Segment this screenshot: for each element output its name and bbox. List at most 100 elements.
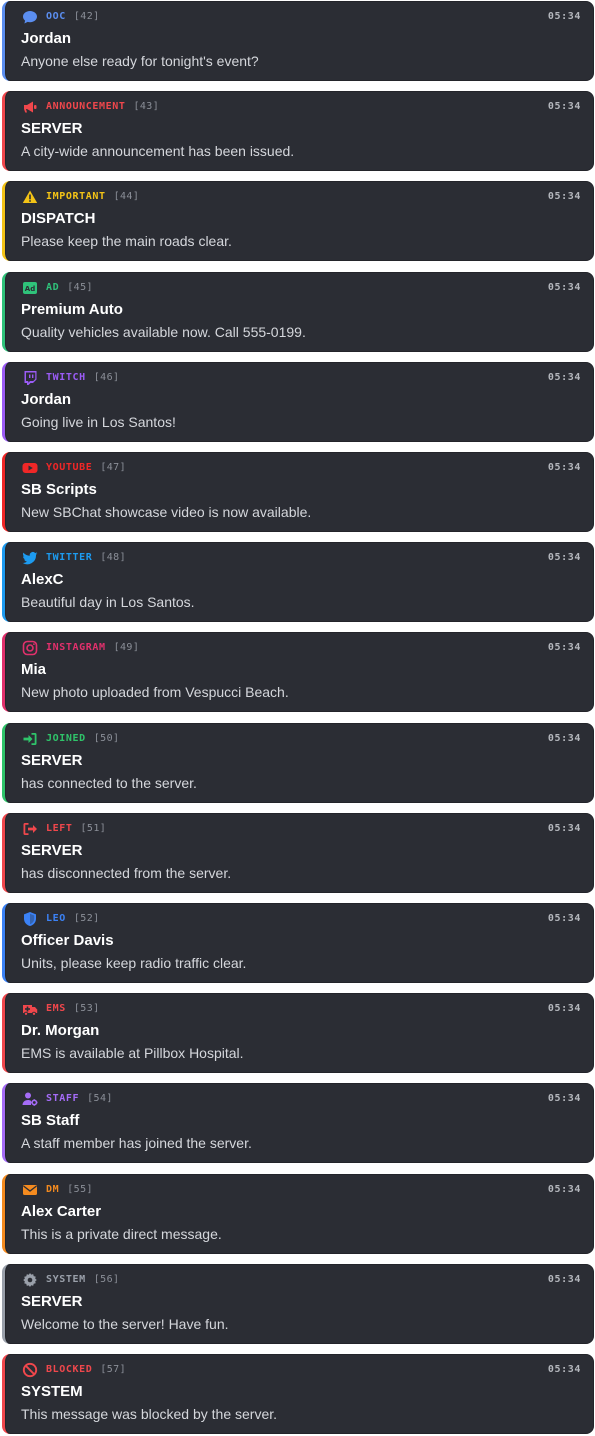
message-author: Jordan bbox=[21, 30, 72, 47]
message-id: [51] bbox=[80, 823, 107, 834]
message-text: Going live in Los Santos! bbox=[21, 414, 176, 430]
message-time: 05:34 bbox=[547, 1274, 581, 1285]
message-id: [47] bbox=[100, 462, 127, 473]
chat-message-left: LEFT [51] 05:34 SERVER has disconnected from… bbox=[2, 813, 594, 893]
message-time: 05:34 bbox=[547, 1093, 581, 1104]
message-id: [43] bbox=[133, 101, 160, 112]
message-text: EMS is available at Pillbox Hospital. bbox=[21, 1045, 244, 1061]
message-type: LEO [52] bbox=[46, 913, 100, 924]
message-time: 05:34 bbox=[547, 1364, 581, 1375]
message-type-label: ANNOUNCEMENT bbox=[46, 101, 126, 112]
message-type: OOC [42] bbox=[46, 11, 100, 22]
chat-feed: OOC [42] 05:34 Jordan Anyone else ready for … bbox=[0, 0, 595, 1436]
message-id: [57] bbox=[100, 1364, 127, 1375]
message-time: 05:34 bbox=[547, 372, 581, 383]
message-text: New photo uploaded from Vespucci Beach. bbox=[21, 684, 289, 700]
message-author: Dr. Morgan bbox=[21, 1022, 100, 1039]
message-type-label: YOUTUBE bbox=[46, 462, 93, 473]
message-type: YOUTUBE [47] bbox=[46, 462, 126, 473]
message-type: STAFF [54] bbox=[46, 1093, 113, 1104]
chat-message-twitch: TWITCH [46] 05:34 Jordan Going live in Los S… bbox=[2, 362, 594, 442]
message-id: [49] bbox=[113, 642, 140, 653]
message-author: AlexC bbox=[21, 571, 64, 588]
warning-icon bbox=[22, 189, 38, 205]
message-time: 05:34 bbox=[547, 642, 581, 653]
message-time: 05:34 bbox=[547, 101, 581, 112]
message-author: Officer Davis bbox=[21, 932, 114, 949]
instagram-icon bbox=[22, 640, 38, 656]
chat-message-leo: LEO [52] 05:34 Officer Davis Units, please k… bbox=[2, 903, 594, 983]
message-id: [50] bbox=[93, 733, 120, 744]
message-id: [46] bbox=[93, 372, 120, 383]
megaphone-icon bbox=[22, 99, 38, 115]
message-author: DISPATCH bbox=[21, 210, 96, 227]
message-type: TWITTER [48] bbox=[46, 552, 126, 563]
message-type: AD [45] bbox=[46, 282, 93, 293]
message-text: Welcome to the server! Have fun. bbox=[21, 1316, 229, 1332]
message-type-label: AD bbox=[46, 282, 60, 293]
envelope-icon bbox=[22, 1182, 38, 1198]
message-time: 05:34 bbox=[547, 552, 581, 563]
message-time: 05:34 bbox=[547, 11, 581, 22]
message-text: Beautiful day in Los Santos. bbox=[21, 594, 195, 610]
message-type-label: EMS bbox=[46, 1003, 66, 1014]
message-text: A city-wide announcement has been issued… bbox=[21, 143, 295, 159]
message-text: Units, please keep radio traffic clear. bbox=[21, 955, 247, 971]
message-text: New SBChat showcase video is now availab… bbox=[21, 504, 312, 520]
message-time: 05:34 bbox=[547, 823, 581, 834]
message-time: 05:34 bbox=[547, 191, 581, 202]
message-type-label: TWITTER bbox=[46, 552, 93, 563]
chat-message-youtube: YOUTUBE [47] 05:34 SB Scripts New SBChat sho… bbox=[2, 452, 594, 532]
chat-message-ooc: OOC [42] 05:34 Jordan Anyone else ready for … bbox=[2, 1, 594, 81]
message-type-label: BLOCKED bbox=[46, 1364, 93, 1375]
message-id: [56] bbox=[93, 1274, 120, 1285]
user-gear-icon bbox=[22, 1091, 38, 1107]
message-time: 05:34 bbox=[547, 913, 581, 924]
shield-icon bbox=[22, 911, 38, 927]
message-type-label: TWITCH bbox=[46, 372, 86, 383]
message-text: has disconnected from the server. bbox=[21, 865, 232, 881]
message-text: has connected to the server. bbox=[21, 775, 197, 791]
message-type: SYSTEM [56] bbox=[46, 1274, 119, 1285]
message-author: SB Scripts bbox=[21, 481, 97, 498]
message-type-label: IMPORTANT bbox=[46, 191, 106, 202]
svg-text:Ad: Ad bbox=[25, 285, 35, 293]
message-id: [52] bbox=[73, 913, 100, 924]
chat-message-twitter: TWITTER [48] 05:34 AlexC Beautiful day in Lo… bbox=[2, 542, 594, 622]
chat-message-ad: Ad AD [45] 05:34 Premium Auto Quality vehicle… bbox=[2, 272, 594, 352]
message-time: 05:34 bbox=[547, 1184, 581, 1195]
message-author: SERVER bbox=[21, 120, 83, 137]
message-author: Mia bbox=[21, 661, 47, 678]
message-time: 05:34 bbox=[547, 462, 581, 473]
message-type: ANNOUNCEMENT [43] bbox=[46, 101, 159, 112]
chat-message-dm: DM [55] 05:34 Alex Carter This is a private … bbox=[2, 1174, 594, 1254]
message-id: [42] bbox=[73, 11, 100, 22]
message-type: IMPORTANT [44] bbox=[46, 191, 139, 202]
message-author: SB Staff bbox=[21, 1112, 80, 1129]
message-author: SERVER bbox=[21, 752, 83, 769]
message-text: Please keep the main roads clear. bbox=[21, 233, 232, 249]
chat-message-staff: STAFF [54] 05:34 SB Staff A staff member has… bbox=[2, 1083, 594, 1163]
youtube-icon bbox=[22, 460, 38, 476]
ban-icon bbox=[22, 1362, 38, 1378]
message-text: This is a private direct message. bbox=[21, 1226, 222, 1242]
message-author: SERVER bbox=[21, 1293, 83, 1310]
gear-icon bbox=[22, 1272, 38, 1288]
chat-message-instagram: INSTAGRAM [49] 05:34 Mia New photo uploaded … bbox=[2, 632, 594, 712]
message-type: TWITCH [46] bbox=[46, 372, 119, 383]
message-type-label: LEFT bbox=[46, 823, 73, 834]
message-type: EMS [53] bbox=[46, 1003, 100, 1014]
message-type: BLOCKED [57] bbox=[46, 1364, 126, 1375]
sign-out-icon bbox=[22, 821, 38, 837]
message-type: DM [55] bbox=[46, 1184, 93, 1195]
message-id: [55] bbox=[67, 1184, 93, 1195]
ad-icon: Ad bbox=[22, 280, 38, 296]
message-id: [45] bbox=[67, 282, 93, 293]
message-type-label: LEO bbox=[46, 913, 66, 924]
message-type-label: OOC bbox=[46, 11, 66, 22]
message-text: Anyone else ready for tonight's event? bbox=[21, 53, 259, 69]
message-text: This message was blocked by the server. bbox=[21, 1406, 278, 1422]
chat-message-ems: EMS [53] 05:34 Dr. Morgan EMS is available a… bbox=[2, 993, 594, 1073]
message-type-label: INSTAGRAM bbox=[46, 642, 106, 653]
message-text: Quality vehicles available now. Call 555… bbox=[21, 324, 306, 340]
